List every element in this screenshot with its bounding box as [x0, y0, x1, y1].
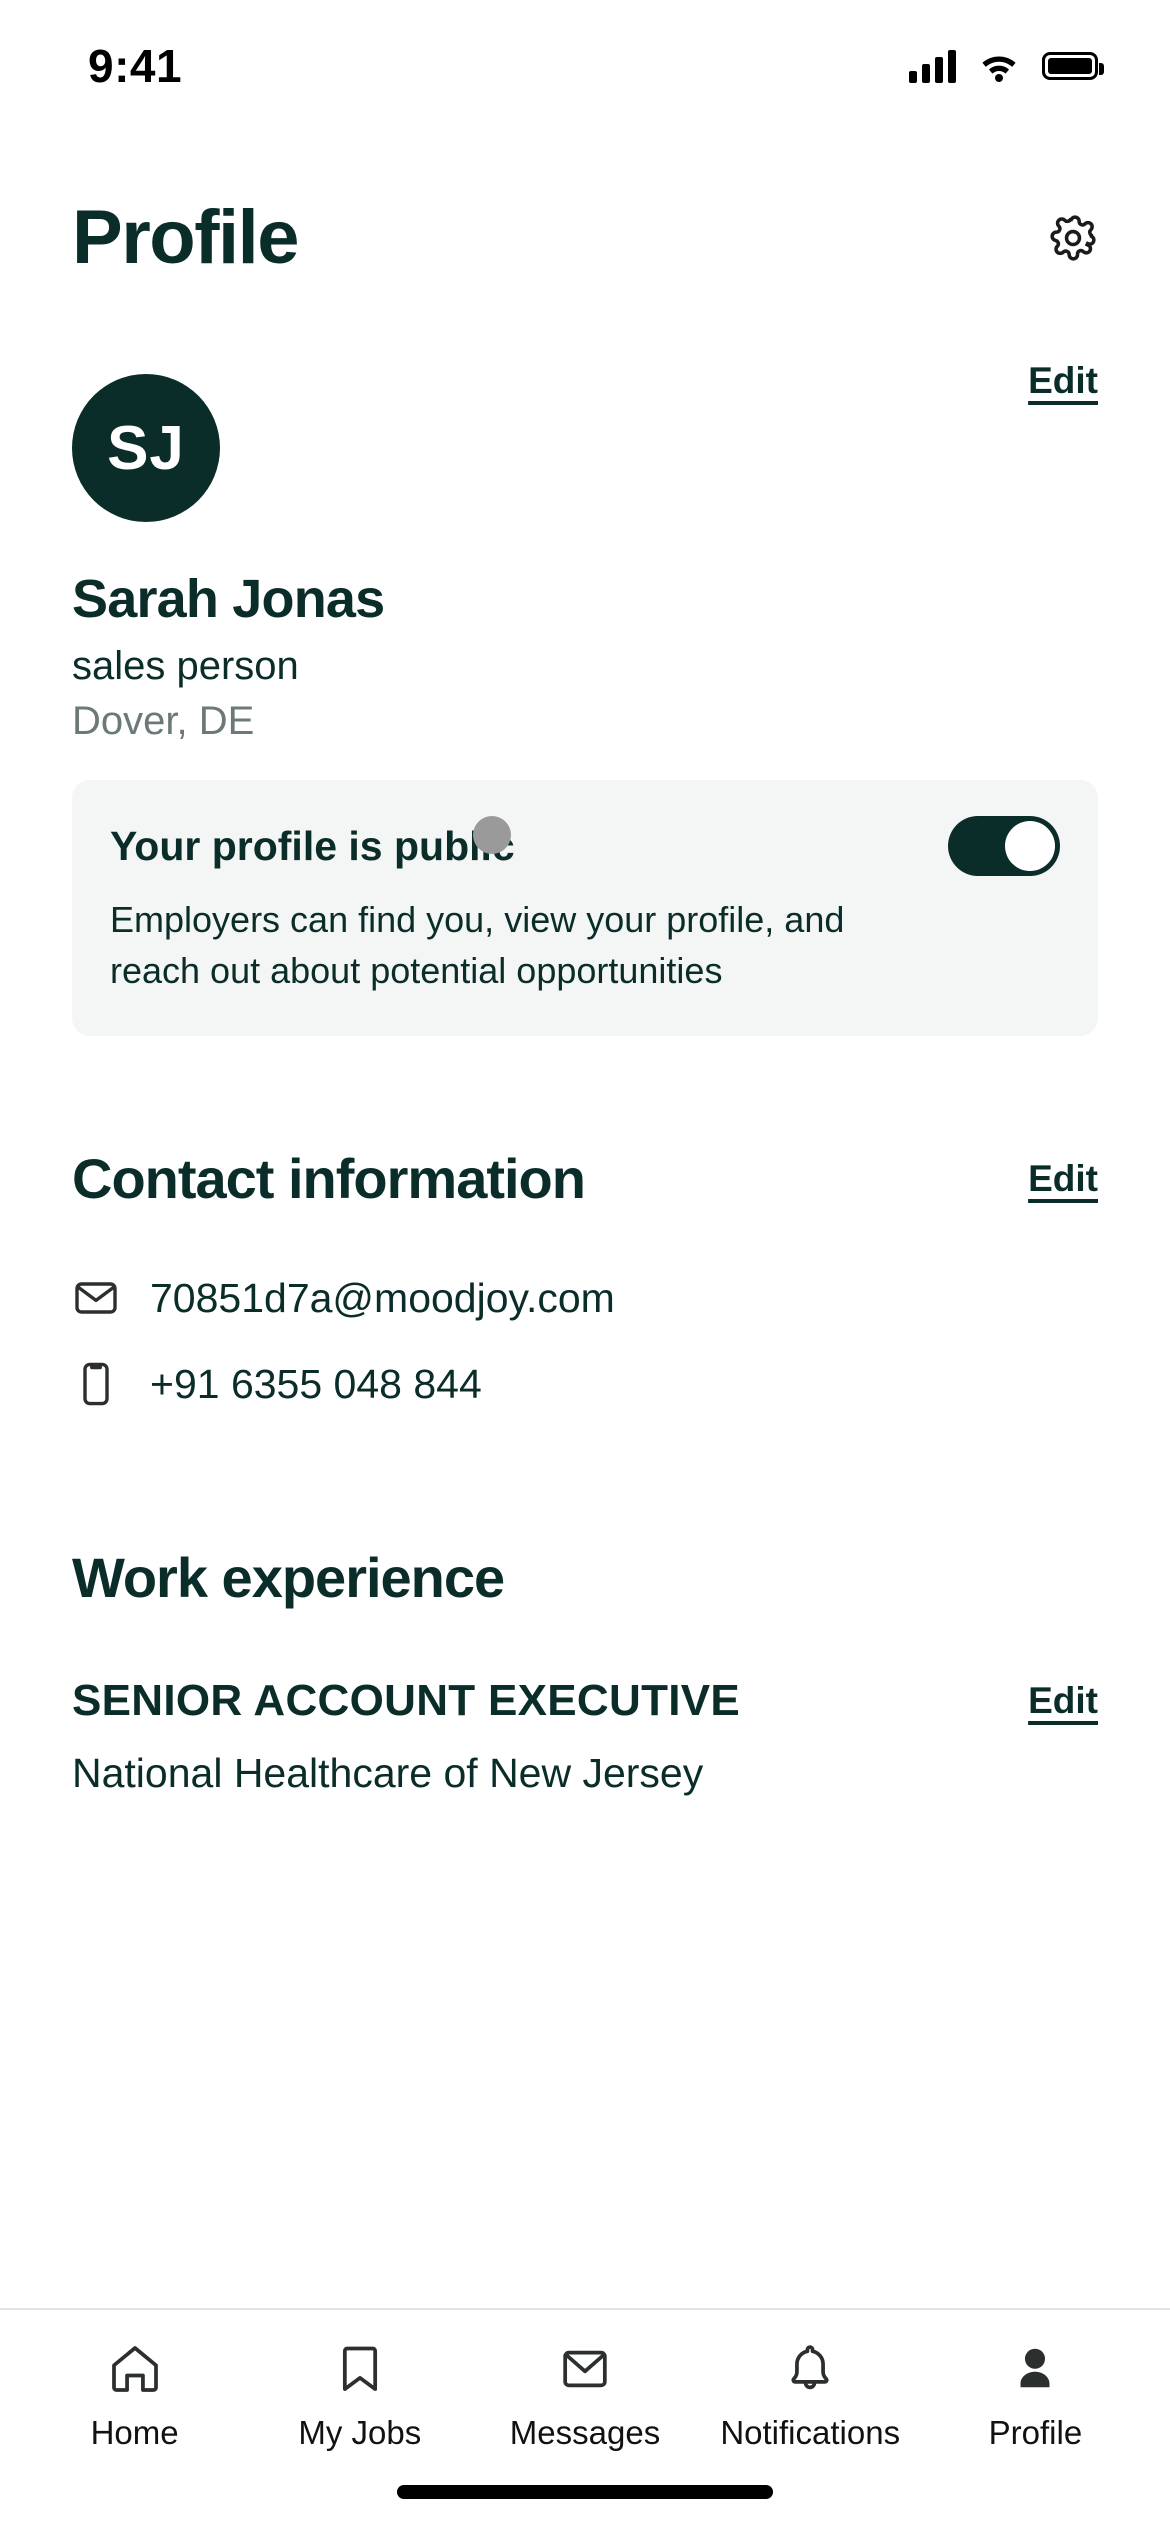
contact-section-title: Contact information	[72, 1147, 586, 1211]
contact-information-section: Contact information Edit 70851d7a@moodjo…	[0, 1146, 1170, 1427]
contact-row-phone[interactable]: +91 6355 048 844	[72, 1341, 1098, 1427]
page-title: Profile	[72, 195, 300, 280]
edit-contact-link[interactable]: Edit	[1028, 1158, 1098, 1200]
toggle-knob	[1005, 821, 1055, 871]
tab-notifications-label: Notifications	[720, 2414, 901, 2451]
public-profile-description: Employers can find you, view your profil…	[110, 899, 845, 992]
edit-work-link[interactable]: Edit	[1028, 1680, 1098, 1722]
work-entry-title: SENIOR ACCOUNT EXECUTIVE	[72, 1676, 741, 1726]
tab-messages-label: Messages	[509, 2414, 661, 2451]
bookmark-icon	[332, 2340, 388, 2398]
envelope-icon	[557, 2340, 613, 2398]
contact-list: 70851d7a@moodjoy.com +91 6355 048 844	[72, 1255, 1098, 1427]
profile-name: Sarah Jonas	[72, 569, 385, 629]
home-indicator[interactable]	[397, 2485, 773, 2499]
scroll-content[interactable]: Profile Edit SJ Sarah Jonas sales person…	[0, 118, 1170, 2308]
tab-my-jobs-label: My Jobs	[298, 2414, 422, 2451]
work-experience-section: Work experience SENIOR ACCOUNT EXECUTIVE…	[0, 1545, 1170, 1797]
phone-screen: 9:41 Profile Edit SJ Sarah Jonas sales p…	[0, 0, 1170, 2532]
home-indicator-area	[0, 2452, 1170, 2532]
tab-messages[interactable]: Messages	[472, 2340, 697, 2452]
page-header: Profile	[0, 118, 1170, 276]
mobile-phone-icon	[83, 1362, 109, 1406]
wifi-icon	[982, 56, 1016, 82]
profile-location: Dover, DE	[72, 699, 255, 743]
battery-full-icon	[1042, 52, 1104, 80]
tab-profile-label: Profile	[988, 2414, 1083, 2451]
home-icon	[107, 2340, 163, 2398]
status-bar: 9:41	[0, 0, 1170, 118]
public-profile-header: Your profile is public	[110, 816, 1060, 876]
profile-summary: Edit SJ Sarah Jonas sales person Dover, …	[72, 360, 1098, 743]
tab-home-label: Home	[90, 2414, 179, 2451]
work-entry: SENIOR ACCOUNT EXECUTIVE Edit National H…	[72, 1674, 1098, 1797]
avatar[interactable]: SJ	[72, 374, 220, 522]
tab-profile[interactable]: Profile	[923, 2340, 1148, 2452]
tab-bar: Home My Jobs Messages Notifications Prof…	[0, 2308, 1170, 2452]
envelope-icon	[75, 1282, 117, 1314]
contact-row-email[interactable]: 70851d7a@moodjoy.com	[72, 1255, 1098, 1341]
work-entry-company: National Healthcare of New Jersey	[72, 1749, 704, 1796]
public-profile-toggle[interactable]	[948, 816, 1060, 876]
contact-section-header: Contact information Edit	[72, 1146, 1098, 1211]
signal-bars-icon	[909, 49, 956, 83]
bell-icon	[782, 2340, 838, 2398]
tab-my-jobs[interactable]: My Jobs	[247, 2340, 472, 2452]
work-section-title: Work experience	[72, 1546, 505, 1610]
bottom-navigation: Home My Jobs Messages Notifications Prof…	[0, 2308, 1170, 2532]
tab-notifications[interactable]: Notifications	[698, 2340, 923, 2452]
work-entry-header: SENIOR ACCOUNT EXECUTIVE Edit	[72, 1674, 1098, 1728]
profile-role: sales person	[72, 644, 299, 688]
person-icon	[1007, 2340, 1063, 2398]
contact-phone-value: +91 6355 048 844	[150, 1360, 482, 1407]
status-time: 9:41	[88, 40, 183, 92]
gear-icon[interactable]	[1048, 213, 1098, 263]
public-profile-card: Your profile is public Employers can fin…	[72, 780, 1098, 1037]
public-profile-title: Your profile is public	[110, 823, 515, 869]
tab-home[interactable]: Home	[22, 2340, 247, 2452]
contact-email-value: 70851d7a@moodjoy.com	[150, 1274, 615, 1321]
status-icons	[909, 49, 1104, 83]
